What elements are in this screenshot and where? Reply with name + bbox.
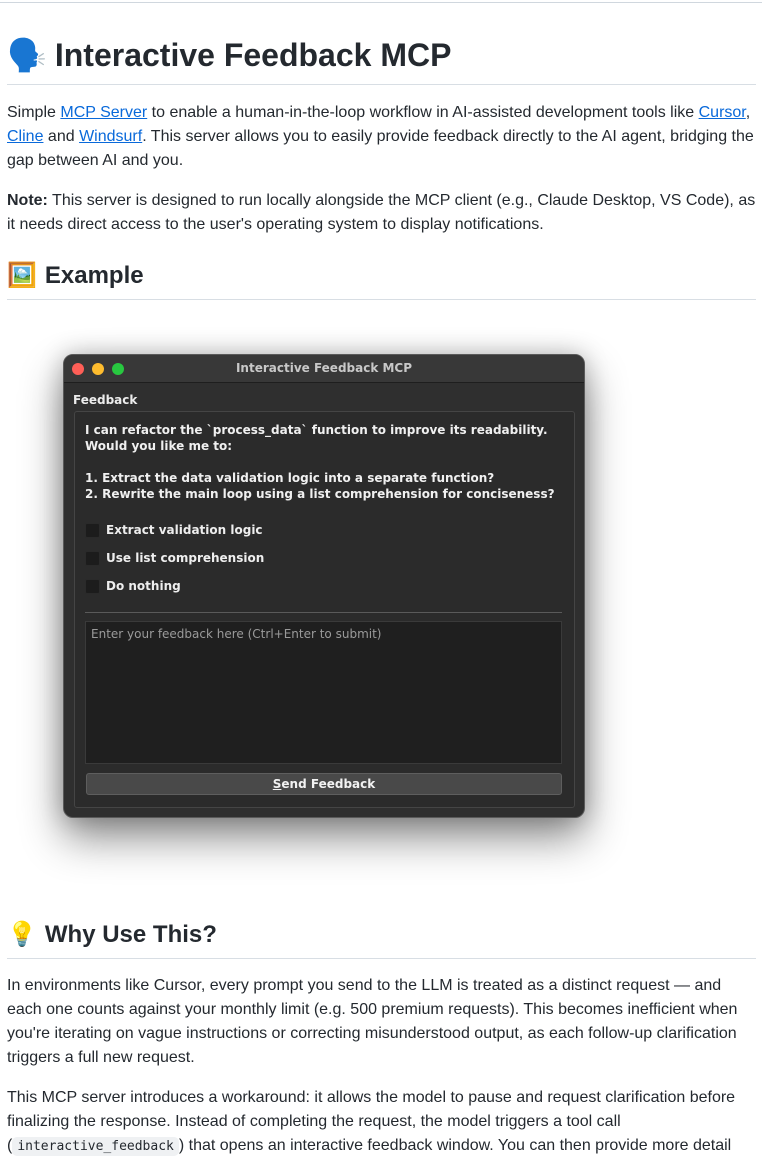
intro-paragraph: Simple MCP Server to enable a human-in-t… <box>7 101 756 173</box>
note-label: Note: <box>7 192 48 209</box>
option-list-comprehension[interactable]: Use list comprehension <box>85 550 264 566</box>
option-extract-validation[interactable]: Extract validation logic <box>85 522 263 538</box>
option-label: Extract validation logic <box>106 523 263 537</box>
why-paragraph-2: This MCP server introduces a workaround:… <box>7 1086 756 1159</box>
mcp-server-link[interactable]: MCP Server <box>60 104 147 121</box>
send-button-label: end Feedback <box>281 777 376 791</box>
note-text: This server is designed to run locally a… <box>7 192 756 233</box>
window-title: Interactive Feedback MCP <box>235 361 413 375</box>
why-text: ) that opens an interactive feedback win… <box>178 1137 732 1154</box>
light-bulb-icon: 💡 <box>7 921 37 948</box>
window-titlebar[interactable]: Interactive Feedback MCP <box>64 355 584 383</box>
why-heading-text: Why Use This? <box>44 921 217 948</box>
inline-code: interactive_feedback <box>12 1137 179 1156</box>
note-paragraph: Note: This server is designed to run loc… <box>7 189 756 237</box>
why-paragraph-1: In environments like Cursor, every promp… <box>7 977 738 1066</box>
page-title-text: Interactive Feedback MCP <box>54 37 452 73</box>
send-feedback-button[interactable]: Send Feedback <box>86 773 562 795</box>
intro-text: , <box>745 104 751 121</box>
cline-link[interactable]: Cline <box>7 128 43 145</box>
example-heading: 🖼️ Example <box>7 261 756 300</box>
option-do-nothing[interactable]: Do nothing <box>85 578 181 594</box>
checkbox[interactable] <box>85 522 100 538</box>
intro-text: Simple <box>7 104 61 121</box>
cursor-link[interactable]: Cursor <box>699 104 746 121</box>
feedback-textarea[interactable] <box>85 621 562 764</box>
feedback-app-window: Interactive Feedback MCP Feedback I can … <box>63 354 585 818</box>
example-heading-text: Example <box>44 262 144 289</box>
top-border <box>0 0 762 3</box>
windsurf-link[interactable]: Windsurf <box>79 128 142 145</box>
framed-picture-icon: 🖼️ <box>7 262 37 289</box>
question-text: I can refactor the `process_data` functi… <box>85 423 555 501</box>
checkbox[interactable] <box>85 550 100 566</box>
option-label: Use list comprehension <box>106 551 265 565</box>
intro-text: to enable a human-in-the-loop workflow i… <box>147 104 699 121</box>
page-title: 🗣️ Interactive Feedback MCP <box>7 34 756 85</box>
option-label: Do nothing <box>106 579 181 593</box>
intro-text: and <box>43 128 80 145</box>
why-heading: 💡 Why Use This? <box>7 920 756 959</box>
feedback-group-label: Feedback <box>73 393 138 407</box>
feedback-group: I can refactor the `process_data` functi… <box>74 411 575 808</box>
checkbox[interactable] <box>85 578 100 594</box>
speaking-head-icon: 🗣️ <box>7 37 47 73</box>
divider <box>85 612 562 613</box>
